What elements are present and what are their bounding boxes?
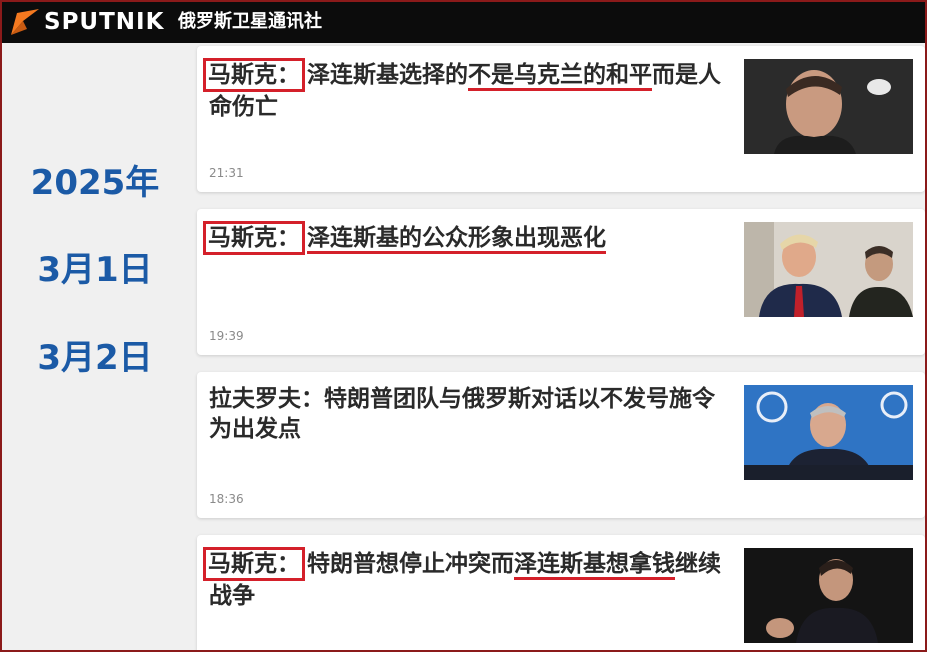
headline-highlight: 泽连斯基的公众形象出现恶化 — [307, 225, 606, 254]
speaker-tag: 马斯克： — [203, 221, 305, 255]
brand-name[interactable]: SPUTNIK — [44, 8, 164, 36]
speaker-tag: 马斯克： — [203, 58, 305, 92]
timestamp: 21:31 — [209, 166, 244, 180]
speaker-image-icon — [744, 548, 913, 643]
site-header: SPUTNIK 俄罗斯卫星通讯社 — [2, 2, 925, 43]
headline-part: 特朗普想停止冲突而 — [307, 551, 514, 577]
headline-link[interactable]: 拉夫罗夫：特朗普团队与俄罗斯对话以不发号施令为出发点 — [209, 384, 729, 444]
press-conference-image-icon — [744, 385, 913, 480]
article-thumbnail[interactable] — [744, 548, 913, 643]
date-march-1: 3月1日 — [37, 250, 153, 290]
date-year: 2025年 — [30, 163, 160, 203]
speaker-tag: 马斯克： — [203, 547, 305, 581]
news-card[interactable]: 马斯克： 泽连斯基的公众形象出现恶化 19:39 — [197, 209, 925, 355]
article-thumbnail[interactable] — [744, 222, 913, 317]
screenshot-frame: SPUTNIK 俄罗斯卫星通讯社 2025年 3月1日 3月2日 马斯克： 泽连斯… — [0, 0, 927, 652]
headline-part: 泽连斯基选择的 — [307, 62, 468, 88]
date-march-2: 3月2日 — [37, 338, 153, 378]
news-card[interactable]: 拉夫罗夫：特朗普团队与俄罗斯对话以不发号施令为出发点 18:36 — [197, 372, 925, 518]
news-card[interactable]: 马斯克： 泽连斯基选择的不是乌克兰的和平而是人命伤亡 21:31 — [197, 46, 925, 192]
headline-link[interactable]: 马斯克： 泽连斯基选择的不是乌克兰的和平而是人命伤亡 — [203, 58, 729, 122]
timestamp: 19:39 — [209, 329, 244, 343]
brand-name-cn[interactable]: 俄罗斯卫星通讯社 — [178, 11, 322, 33]
headline-highlight: 不是乌克兰的和平 — [468, 62, 652, 91]
headline-highlight: 泽连斯基想拿钱 — [514, 551, 675, 580]
headline-link[interactable]: 马斯克： 特朗普想停止冲突而泽连斯基想拿钱继续战争 — [203, 547, 729, 611]
headline-link[interactable]: 马斯克： 泽连斯基的公众形象出现恶化 — [203, 221, 729, 255]
date-column: 2025年 3月1日 3月2日 — [2, 43, 188, 650]
portrait-image-icon — [744, 59, 913, 154]
sputnik-logo-icon[interactable] — [9, 7, 41, 37]
news-card[interactable]: 马斯克： 特朗普想停止冲突而泽连斯基想拿钱继续战争 — [197, 535, 925, 650]
timestamp: 18:36 — [209, 492, 244, 506]
article-thumbnail[interactable] — [744, 385, 913, 480]
article-thumbnail[interactable] — [744, 59, 913, 154]
meeting-image-icon — [744, 222, 913, 317]
headline-part: 拉夫罗夫：特朗普团队与俄罗斯对话以不发号施令为出发点 — [209, 386, 715, 442]
